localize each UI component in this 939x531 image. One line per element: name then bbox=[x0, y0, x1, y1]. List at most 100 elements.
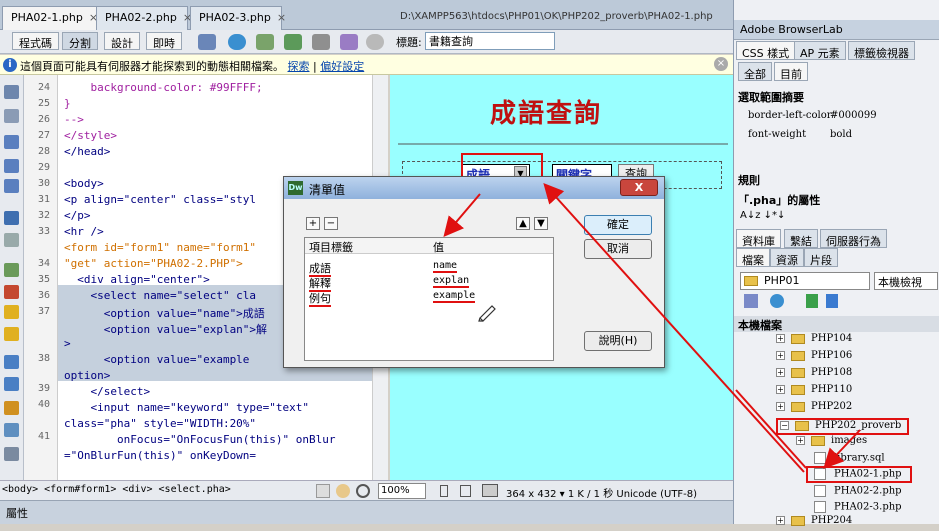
preview-browser-icon[interactable] bbox=[228, 34, 246, 50]
file-tree-item-proverb[interactable]: − PHP202_proverb bbox=[776, 418, 910, 435]
put-files-icon[interactable] bbox=[826, 294, 838, 308]
split-view-button[interactable]: 分割 bbox=[62, 32, 98, 50]
css-property-value[interactable]: bold bbox=[830, 129, 852, 140]
site-select[interactable]: PHP01 bbox=[740, 272, 870, 290]
properties-panel-bar[interactable]: 屬性 bbox=[0, 500, 733, 524]
desktop-size-icon[interactable] bbox=[482, 484, 498, 497]
tab-pha02-2[interactable]: PHA02-2.php × bbox=[96, 6, 192, 30]
tab-snippets[interactable]: 片段 bbox=[804, 248, 838, 267]
syntax-error-icon[interactable] bbox=[4, 285, 19, 299]
remove-item-button[interactable]: − bbox=[324, 217, 338, 230]
add-item-button[interactable]: + bbox=[306, 217, 320, 230]
code-view-button[interactable]: 程式碼 bbox=[12, 32, 59, 50]
sort-tools[interactable]: A↓z ↓*↓ bbox=[740, 210, 785, 221]
refresh-icon[interactable] bbox=[770, 294, 784, 308]
css-property-value[interactable]: #000099 bbox=[830, 110, 877, 121]
file-tree-item[interactable]: + PHP108 bbox=[776, 367, 852, 383]
collapse-selection-icon[interactable] bbox=[4, 135, 19, 149]
open-documents-icon[interactable] bbox=[4, 85, 19, 99]
cancel-button[interactable]: 取消 bbox=[584, 239, 652, 259]
word-wrap-icon[interactable] bbox=[4, 305, 19, 319]
move-up-button[interactable]: ▲ bbox=[516, 217, 530, 230]
collapse-tag-icon[interactable] bbox=[4, 109, 19, 123]
discover-link[interactable]: 探索 bbox=[288, 60, 310, 73]
hidden-chars-icon[interactable] bbox=[4, 327, 19, 341]
file-tree-item[interactable]: + PHP202 bbox=[776, 401, 852, 417]
code-line: </select> bbox=[64, 385, 151, 398]
validate-icon[interactable] bbox=[284, 34, 302, 50]
tab-css-all[interactable]: 全部 bbox=[738, 62, 772, 81]
tab-tag-inspector[interactable]: 標籤檢視器 bbox=[848, 41, 915, 60]
file-tree-item[interactable]: + PHP104 bbox=[776, 333, 852, 349]
file-tree-item[interactable]: + PHP110 bbox=[776, 384, 852, 400]
dialog-title-bar[interactable]: Dw 清單值 X bbox=[284, 177, 664, 199]
phone-size-icon[interactable] bbox=[440, 485, 448, 497]
recent-snippets-icon[interactable] bbox=[4, 423, 19, 437]
uncomment-icon[interactable] bbox=[4, 377, 19, 391]
document-toolbar: 程式碼 分割 設計 即時 標題: bbox=[0, 30, 733, 54]
css-property-name[interactable]: font-weight bbox=[748, 129, 806, 140]
line-numbers-icon[interactable] bbox=[4, 233, 19, 247]
move-down-button[interactable]: ▼ bbox=[534, 217, 548, 230]
preferences-link[interactable]: 偏好設定 bbox=[320, 60, 364, 73]
file-manage-icon[interactable] bbox=[256, 34, 274, 50]
tablet-size-icon[interactable] bbox=[460, 485, 471, 497]
list-values-table[interactable]: 項目標籤 值 成語 name 解釋 explan 例句 example bbox=[304, 237, 554, 361]
tab-assets[interactable]: 資源 bbox=[770, 248, 804, 267]
title-input[interactable] bbox=[425, 32, 555, 50]
move-css-icon[interactable] bbox=[4, 447, 19, 461]
table-row[interactable]: 成語 bbox=[309, 260, 331, 277]
ok-button[interactable]: 確定 bbox=[584, 215, 652, 235]
close-icon[interactable]: × bbox=[277, 11, 286, 24]
pointer-tool-icon[interactable] bbox=[316, 484, 330, 498]
line-number: 40 bbox=[37, 399, 50, 410]
hand-tool-icon[interactable] bbox=[336, 484, 350, 498]
zoom-tool-icon[interactable] bbox=[356, 484, 370, 498]
multiscreen-icon[interactable] bbox=[198, 34, 216, 50]
browserlab-panel-header[interactable]: Adobe BrowserLab bbox=[734, 20, 939, 40]
line-number: 30 bbox=[37, 178, 50, 189]
balance-braces-icon[interactable] bbox=[4, 211, 19, 225]
tab-css-current[interactable]: 目前 bbox=[774, 62, 808, 81]
tab-server-behaviors[interactable]: 伺服器行為 bbox=[820, 229, 887, 248]
folder-icon bbox=[791, 515, 805, 526]
tab-css-styles[interactable]: CSS 樣式 bbox=[736, 41, 796, 60]
file-tree-item[interactable]: PHA02-2.php bbox=[814, 485, 902, 501]
tab-pha02-1[interactable]: PHA02-1.php × bbox=[2, 6, 102, 30]
tab-pha02-3[interactable]: PHA02-3.php × bbox=[190, 6, 286, 30]
get-files-icon[interactable] bbox=[806, 294, 818, 308]
code-line: <hr /> bbox=[64, 225, 104, 238]
tab-files[interactable]: 檔案 bbox=[736, 248, 770, 267]
select-parent-icon[interactable] bbox=[4, 179, 19, 193]
table-row[interactable]: 解釋 bbox=[309, 275, 331, 292]
zoom-select[interactable]: 100% bbox=[378, 483, 426, 499]
file-tree-item-pha02-1[interactable]: PHA02-1.php bbox=[806, 466, 912, 483]
table-row[interactable]: name bbox=[433, 260, 458, 273]
visual-aids-icon[interactable] bbox=[340, 34, 358, 50]
file-tree-item[interactable]: + images bbox=[796, 435, 867, 451]
table-row[interactable]: example bbox=[433, 290, 476, 303]
highlight-invalid-icon[interactable] bbox=[4, 263, 19, 277]
expand-all-icon[interactable] bbox=[4, 159, 19, 173]
close-icon[interactable]: × bbox=[714, 57, 728, 71]
file-tree-item[interactable]: + PHP106 bbox=[776, 350, 852, 366]
table-row[interactable]: explan bbox=[433, 275, 470, 288]
comment-icon[interactable] bbox=[4, 355, 19, 369]
table-row[interactable]: 例句 bbox=[309, 290, 331, 307]
css-property-name[interactable]: border-left-color bbox=[748, 110, 832, 121]
close-icon[interactable]: X bbox=[620, 179, 658, 196]
check-browser-icon[interactable] bbox=[312, 34, 330, 50]
live-view-button[interactable]: 即時 bbox=[146, 32, 182, 50]
refresh-icon[interactable] bbox=[366, 34, 384, 50]
tag-selector[interactable]: <body> <form#form1> <div> <select.pha> bbox=[2, 484, 231, 495]
connect-icon[interactable] bbox=[744, 294, 758, 308]
file-tree-item[interactable]: + PHP204 bbox=[776, 515, 852, 531]
tab-databases[interactable]: 資料庫 bbox=[736, 229, 781, 248]
view-select[interactable]: 本機檢視 bbox=[874, 272, 938, 290]
tab-ap-elements[interactable]: AP 元素 bbox=[794, 41, 846, 60]
right-panel: Adobe BrowserLab CSS 樣式 AP 元素 標籤檢視器 全部 目… bbox=[733, 0, 939, 526]
design-view-button[interactable]: 設計 bbox=[104, 32, 140, 50]
tab-bindings[interactable]: 繫結 bbox=[784, 229, 818, 248]
help-button[interactable]: 說明(H) bbox=[584, 331, 652, 351]
wrap-tag-icon[interactable] bbox=[4, 401, 19, 415]
